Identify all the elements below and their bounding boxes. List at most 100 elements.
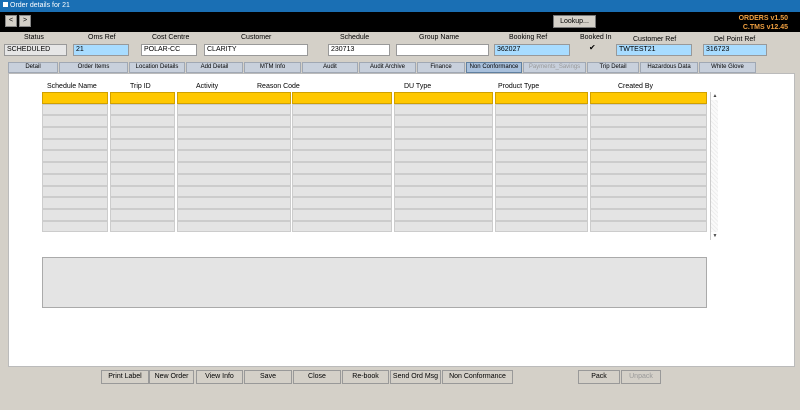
scroll-down-icon[interactable]: ▼ (711, 232, 719, 240)
print-label-button[interactable]: Print Label (101, 370, 149, 384)
next-button[interactable]: > (19, 15, 31, 27)
scroll-up-icon[interactable]: ▲ (711, 92, 719, 100)
grid-cell[interactable] (590, 127, 707, 139)
grid-cell[interactable] (495, 138, 588, 151)
tab-detail[interactable]: Detail (8, 62, 58, 73)
grid-cell[interactable] (590, 197, 707, 209)
save-button[interactable]: Save (244, 370, 292, 384)
grid-cell[interactable] (394, 115, 493, 128)
grid-cell[interactable] (42, 197, 108, 209)
grid-cell[interactable] (42, 220, 108, 233)
grid-cell[interactable] (177, 162, 291, 174)
pack-button[interactable]: Pack (578, 370, 620, 384)
grid-cell[interactable] (292, 103, 392, 116)
grid-cell[interactable] (495, 197, 588, 209)
grid-cell[interactable] (177, 150, 291, 163)
group-name-field[interactable] (396, 44, 489, 56)
grid-cell[interactable] (590, 150, 707, 163)
grid-cell[interactable] (495, 127, 588, 139)
lookup-button[interactable]: Lookup... (553, 15, 596, 28)
grid-cell[interactable] (110, 197, 175, 209)
grid-cell[interactable] (590, 173, 707, 186)
notes-area[interactable] (42, 257, 707, 308)
grid-cell[interactable] (394, 150, 493, 163)
grid-cell[interactable] (495, 162, 588, 174)
grid-cell[interactable] (394, 208, 493, 221)
tab-order-items[interactable]: Order Items (59, 62, 128, 73)
grid-cell[interactable] (42, 185, 108, 198)
grid-cell[interactable] (292, 208, 392, 221)
grid-cell[interactable] (177, 127, 291, 139)
grid-cell[interactable] (394, 197, 493, 209)
grid-cell[interactable] (110, 185, 175, 198)
grid-cell[interactable] (394, 138, 493, 151)
grid-cell[interactable] (42, 173, 108, 186)
grid-cell[interactable] (495, 150, 588, 163)
tab-audit[interactable]: Audit (302, 62, 358, 73)
grid-cell[interactable] (590, 138, 707, 151)
grid-cell[interactable] (177, 185, 291, 198)
grid-cell[interactable] (495, 92, 588, 104)
grid-cell[interactable] (292, 173, 392, 186)
grid-cell[interactable] (177, 208, 291, 221)
grid-scrollbar[interactable]: ▲ ▼ (710, 92, 718, 240)
grid-cell[interactable] (495, 115, 588, 128)
customer-ref-field[interactable]: TWTEST21 (616, 44, 692, 56)
grid-cell[interactable] (495, 103, 588, 116)
grid-cell[interactable] (110, 173, 175, 186)
grid-cell[interactable] (292, 92, 392, 104)
grid-cell[interactable] (495, 208, 588, 221)
grid-cell[interactable] (590, 220, 707, 233)
tab-mtm-info[interactable]: MTM Info (244, 62, 301, 73)
tab-hazardous-data[interactable]: Hazardous Data (640, 62, 698, 73)
grid-cell[interactable] (292, 115, 392, 128)
tab-audit-archive[interactable]: Audit Archive (359, 62, 416, 73)
del-point-ref-field[interactable]: 316723 (703, 44, 767, 56)
grid-cell[interactable] (394, 92, 493, 104)
grid-cell[interactable] (42, 115, 108, 128)
grid-cell[interactable] (110, 115, 175, 128)
grid-cell[interactable] (42, 103, 108, 116)
rebook-button[interactable]: Re-book (342, 370, 389, 384)
grid-cell[interactable] (110, 127, 175, 139)
tab-white-glove[interactable]: White Glove (699, 62, 756, 73)
grid-cell[interactable] (590, 92, 707, 104)
tab-trip-detail[interactable]: Trip Detail (587, 62, 639, 73)
grid-cell[interactable] (42, 138, 108, 151)
grid-cell[interactable] (394, 173, 493, 186)
grid-cell[interactable] (110, 138, 175, 151)
grid-cell[interactable] (177, 103, 291, 116)
grid-cell[interactable] (590, 185, 707, 198)
prev-button[interactable]: < (5, 15, 17, 27)
scroll-track[interactable] (711, 100, 718, 232)
grid-cell[interactable] (495, 185, 588, 198)
grid-cell[interactable] (394, 127, 493, 139)
oms-ref-field[interactable]: 21 (73, 44, 129, 56)
grid-cell[interactable] (394, 185, 493, 198)
send-ord-msg-button[interactable]: Send Ord Msg (390, 370, 441, 384)
grid-cell[interactable] (42, 92, 108, 104)
grid-cell[interactable] (292, 162, 392, 174)
grid-cell[interactable] (495, 173, 588, 186)
grid-cell[interactable] (292, 150, 392, 163)
grid-cell[interactable] (110, 208, 175, 221)
cost-centre-field[interactable]: POLAR-CC (141, 44, 197, 56)
grid-cell[interactable] (177, 138, 291, 151)
grid-cell[interactable] (495, 220, 588, 233)
tab-finance[interactable]: Finance (417, 62, 465, 73)
grid-cell[interactable] (590, 208, 707, 221)
non-conformance-button[interactable]: Non Conformance (442, 370, 513, 384)
grid-cell[interactable] (177, 197, 291, 209)
customer-field[interactable]: CLARITY (204, 44, 308, 56)
tab-non-conformance[interactable]: Non Conformance (466, 62, 522, 73)
grid-cell[interactable] (394, 220, 493, 233)
grid-cell[interactable] (110, 220, 175, 233)
grid-cell[interactable] (177, 173, 291, 186)
new-order-button[interactable]: New Order (149, 370, 194, 384)
view-info-button[interactable]: View Info (196, 370, 243, 384)
tab-payments-savings[interactable]: Payments_Savings (523, 62, 586, 73)
grid-cell[interactable] (394, 162, 493, 174)
grid-cell[interactable] (292, 138, 392, 151)
grid-cell[interactable] (590, 103, 707, 116)
close-button[interactable]: Close (293, 370, 341, 384)
